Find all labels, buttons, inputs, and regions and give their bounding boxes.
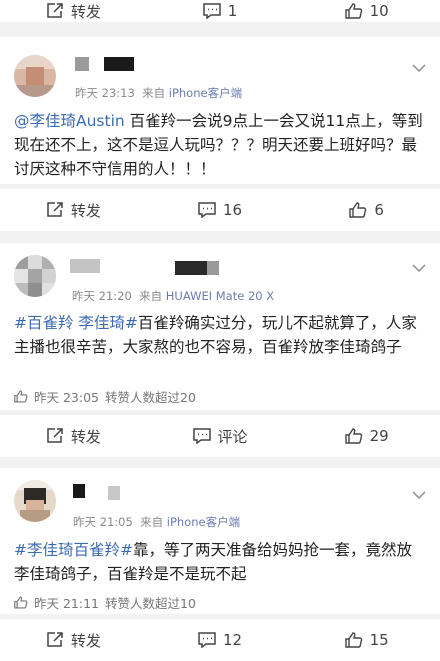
username[interactable] bbox=[75, 57, 89, 71]
chevron-down-icon[interactable] bbox=[412, 490, 426, 500]
comment-text: #李佳琦百雀羚#靠，等了两天准备给妈妈抢一套，竟然放李佳琦鸽子，百雀羚是不是玩不… bbox=[14, 538, 426, 586]
username[interactable] bbox=[104, 57, 134, 71]
username[interactable] bbox=[73, 484, 85, 498]
repost-button[interactable]: 转发 bbox=[0, 189, 147, 231]
comment-label: 评论 bbox=[217, 427, 248, 446]
comment-meta: 昨天 21:20 来自 HUAWEI Mate 20 X bbox=[72, 288, 274, 304]
action-bar: 转发 评论 29 bbox=[0, 415, 440, 457]
sub-text: 转赞人数超过20 bbox=[105, 390, 196, 405]
like-button[interactable]: 10 bbox=[293, 0, 440, 22]
hot-info: 昨天 23:05 转赞人数超过20 bbox=[14, 387, 196, 406]
like-count: 6 bbox=[374, 201, 384, 219]
comment-card: 昨天 21:20 来自 HUAWEI Mate 20 X #百雀羚 李佳琦#百雀… bbox=[0, 243, 440, 410]
comment-text: #百雀羚 李佳琦#百雀羚确实过分，玩儿不起就算了，人家主播也很辛苦，大家熬的也不… bbox=[14, 311, 426, 359]
username[interactable] bbox=[175, 261, 207, 275]
avatar[interactable] bbox=[14, 255, 56, 297]
repost-button[interactable]: 转发 bbox=[0, 415, 147, 457]
comment-icon bbox=[192, 428, 211, 444]
comment-card: 昨天 23:13 来自 iPhone客户端 @李佳琦Austin 百雀羚一会说9… bbox=[0, 37, 440, 184]
comment-count: 1 bbox=[227, 2, 238, 20]
comment-icon bbox=[202, 3, 221, 19]
chevron-down-icon[interactable] bbox=[412, 263, 426, 273]
repost-label: 转发 bbox=[70, 2, 101, 21]
comment-button[interactable]: 1 bbox=[147, 0, 294, 22]
username[interactable] bbox=[207, 261, 219, 275]
thumbs-up-icon bbox=[344, 428, 362, 444]
comment-time: 昨天 21:05 bbox=[73, 515, 133, 529]
like-count: 15 bbox=[369, 631, 389, 649]
repost-icon bbox=[47, 3, 63, 18]
hashtag-link[interactable]: #百雀羚 李佳琦# bbox=[14, 314, 138, 332]
action-bar: 转发 16 6 bbox=[0, 189, 440, 231]
comment-meta: 昨天 23:13 来自 iPhone客户端 bbox=[75, 85, 242, 101]
comment-icon bbox=[198, 632, 216, 648]
like-count-icon bbox=[14, 390, 28, 403]
sub-text: 转赞人数超过10 bbox=[105, 596, 196, 611]
like-button[interactable]: 6 bbox=[293, 189, 440, 231]
source-prefix: 来自 bbox=[140, 515, 164, 529]
hot-info: 昨天 21:11 转赞人数超过10 bbox=[14, 593, 196, 612]
mention-link[interactable]: @李佳琦Austin bbox=[14, 112, 125, 130]
like-button[interactable]: 15 bbox=[293, 619, 440, 661]
sub-time: 昨天 21:11 bbox=[34, 596, 99, 611]
like-count-icon bbox=[14, 596, 28, 609]
thumbs-up-icon bbox=[349, 202, 367, 218]
comment-button[interactable]: 评论 bbox=[147, 415, 294, 457]
source-device: HUAWEI Mate 20 X bbox=[165, 289, 275, 303]
username[interactable] bbox=[70, 259, 100, 273]
avatar[interactable] bbox=[14, 55, 56, 97]
repost-button[interactable]: 转发 bbox=[0, 619, 147, 661]
thumbs-up-icon bbox=[344, 632, 362, 648]
repost-icon bbox=[47, 428, 63, 443]
comment-button[interactable]: 12 bbox=[147, 619, 294, 661]
repost-label: 转发 bbox=[70, 631, 101, 650]
thumbs-up-icon bbox=[344, 3, 362, 19]
comment-time: 昨天 23:13 bbox=[75, 86, 135, 100]
repost-label: 转发 bbox=[70, 427, 101, 446]
comment-icon bbox=[198, 202, 216, 218]
hashtag-link[interactable]: #李佳琦百雀羚# bbox=[14, 541, 133, 559]
repost-icon bbox=[47, 632, 63, 647]
comment-card: 昨天 21:05 来自 iPhone客户端 #李佳琦百雀羚#靠，等了两天准备给妈… bbox=[0, 468, 440, 614]
source-prefix: 来自 bbox=[139, 289, 163, 303]
repost-button[interactable]: 转发 bbox=[0, 0, 147, 22]
repost-icon bbox=[47, 202, 63, 217]
comment-text: @李佳琦Austin 百雀羚一会说9点上一会又说11点上，等到现在还不上，这不是… bbox=[14, 109, 426, 181]
sub-time: 昨天 23:05 bbox=[34, 390, 99, 405]
action-bar: 转发 12 15 bbox=[0, 619, 440, 661]
comment-button[interactable]: 16 bbox=[147, 189, 294, 231]
source-prefix: 来自 bbox=[142, 86, 166, 100]
source-device: iPhone客户端 bbox=[166, 515, 241, 529]
top-action-bar: 转发 1 10 bbox=[0, 0, 440, 22]
avatar[interactable] bbox=[14, 480, 56, 522]
username[interactable] bbox=[108, 486, 120, 500]
like-button[interactable]: 29 bbox=[293, 415, 440, 457]
repost-label: 转发 bbox=[70, 201, 101, 220]
source-device: iPhone客户端 bbox=[168, 86, 243, 100]
comment-count: 16 bbox=[222, 201, 243, 219]
comment-count: 12 bbox=[222, 631, 243, 649]
comment-time: 昨天 21:20 bbox=[72, 289, 132, 303]
comment-meta: 昨天 21:05 来自 iPhone客户端 bbox=[73, 514, 240, 530]
chevron-down-icon[interactable] bbox=[412, 63, 426, 73]
like-count: 29 bbox=[369, 427, 389, 445]
like-count: 10 bbox=[369, 2, 389, 20]
